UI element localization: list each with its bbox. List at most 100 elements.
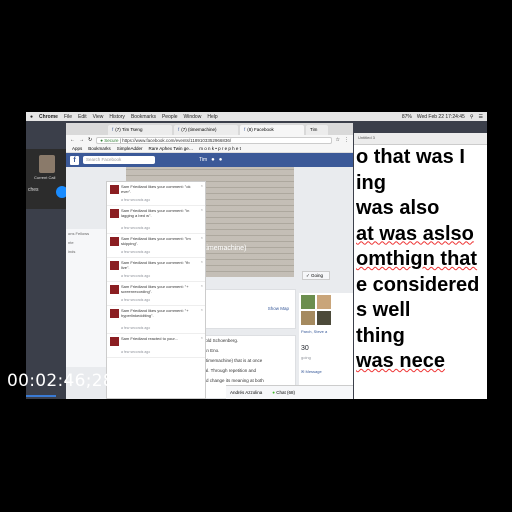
menu-clock[interactable]: Wed Feb 22 17:24:45 <box>417 114 465 120</box>
notification-text: Sam Friedland likes your comment: "+ scr… <box>121 284 189 294</box>
document-body[interactable]: o that was I ing was also at was aslso o… <box>356 145 479 375</box>
guest-avatar[interactable] <box>317 311 331 325</box>
close-icon[interactable]: × <box>201 207 203 212</box>
guest-avatar[interactable] <box>301 295 315 309</box>
menu-item-edit[interactable]: Edit <box>78 114 87 120</box>
menu-item-bookmarks[interactable]: Bookmarks <box>131 114 156 120</box>
bookmark-simpleadder[interactable]: SimpleAdder <box>117 146 143 151</box>
lock-icon: ● <box>100 137 103 143</box>
close-icon[interactable]: × <box>201 335 203 340</box>
video-timecode: 00:02:46;28 <box>7 371 115 391</box>
notifications-icon[interactable]: ● <box>219 157 223 163</box>
close-icon[interactable]: × <box>201 183 203 188</box>
chrome-window: f (7) Tim Tseng f (7) (timemachine) f (8) F… <box>66 123 353 399</box>
doc-line: thing <box>356 324 405 347</box>
notification-time: a few seconds ago <box>121 298 151 302</box>
bookmark-monk[interactable]: m o n k • p r e p h e t <box>199 146 241 151</box>
menu-icon[interactable]: ⋮ <box>344 137 349 143</box>
bookmark-apps[interactable]: Apps <box>72 146 82 151</box>
search-icon[interactable]: ⚲ <box>470 114 474 120</box>
apple-menu-icon[interactable]: ● <box>30 114 33 120</box>
guests-names[interactable]: Parch, Steve a <box>301 329 327 334</box>
close-icon[interactable]: × <box>201 259 203 264</box>
reload-icon[interactable]: ↻ <box>88 137 92 143</box>
doc-line-misspelled: omthign that <box>356 248 478 270</box>
chat-button[interactable]: ● Chat (68) <box>272 390 295 395</box>
notification-text: Sam Friedland likes your comment: "+ hyp… <box>121 308 189 318</box>
doc-line: was also <box>356 197 440 219</box>
notification-item[interactable]: Sam Friedland likes your comment: "+ scr… <box>107 282 205 306</box>
doc-line-misspelled: at was aslso <box>356 222 474 245</box>
notification-avatar <box>110 209 119 218</box>
menu-item-view[interactable]: View <box>93 114 104 120</box>
facebook-header: f Search Facebook Tim ● ● <box>66 153 353 167</box>
bookmark-aphex[interactable]: Rare Aphex Twin ge… <box>149 146 194 151</box>
going-button[interactable]: ✓ Going <box>302 271 330 280</box>
doc-line: ing <box>356 171 386 194</box>
sidebar-item[interactable]: nte <box>66 238 106 247</box>
guest-avatar[interactable] <box>301 311 315 325</box>
caller-avatar <box>39 155 55 173</box>
notification-text: Sam Friedland likes your comment: "in la… <box>121 208 190 218</box>
sidebar-item[interactable]: inds <box>66 247 106 256</box>
tab-facebook[interactable]: f (8) Facebook <box>240 125 304 135</box>
tab-tim[interactable]: Tim <box>306 125 328 135</box>
notification-item[interactable]: Sam Friedland likes your comment: "ok ev… <box>107 182 205 206</box>
forward-icon[interactable]: → <box>79 137 84 143</box>
notification-item[interactable]: Sam Friedland likes your comment: "in la… <box>107 206 205 234</box>
menu-item-file[interactable]: File <box>64 114 72 120</box>
going-label: Going <box>311 273 324 278</box>
guest-avatar[interactable] <box>317 295 331 309</box>
menu-item-chrome[interactable]: Chrome <box>39 114 58 120</box>
doc-line: e considered <box>356 273 480 296</box>
url-input[interactable]: ● Secure | https://www.facebook.com/even… <box>96 136 332 144</box>
notification-item[interactable]: Sam Friedland likes your comment: "Im sk… <box>107 234 205 258</box>
document-toolbar: Untitled 3 <box>354 133 487 145</box>
notification-avatar <box>110 309 119 318</box>
message-label: Message <box>305 369 322 374</box>
menu-item-help[interactable]: Help <box>207 114 217 120</box>
menu-list-icon[interactable]: ☰ <box>479 114 483 120</box>
tab-strip: f (7) Tim Tseng f (7) (timemachine) f (8) F… <box>66 123 353 135</box>
notification-avatar <box>110 285 119 294</box>
bookmark-bookmarks[interactable]: Bookmarks <box>88 146 111 151</box>
url-text: https://www.facebook.com/events/11891033… <box>122 137 232 143</box>
facebook-search-input[interactable]: Search Facebook <box>83 156 155 164</box>
chat-label: Chat (68) <box>276 390 296 395</box>
notification-text: Sam Friedland reacted to your... <box>121 336 178 341</box>
notification-item[interactable]: Sam Friedland likes your comment: "fb li… <box>107 258 205 282</box>
facebook-logo-icon[interactable]: f <box>70 155 79 165</box>
guests-panel: Parch, Steve a 30 going ✉ Message <box>299 293 353 397</box>
tab-timemachine[interactable]: f (7) (timemachine) <box>174 125 238 135</box>
profile-name[interactable]: Tim <box>199 157 207 163</box>
notification-time: a few seconds ago <box>121 250 151 254</box>
close-icon[interactable]: × <box>201 235 203 240</box>
notification-avatar <box>110 237 119 246</box>
close-icon[interactable]: × <box>201 307 203 312</box>
chat-contact[interactable]: Andrés Azzolina <box>230 390 262 395</box>
battery-status[interactable]: 87% <box>402 114 412 120</box>
back-icon[interactable]: ← <box>70 137 75 143</box>
close-icon[interactable]: × <box>201 283 203 288</box>
menu-item-window[interactable]: Window <box>184 114 202 120</box>
timecode-underline <box>26 395 56 397</box>
notification-item[interactable]: Sam Friedland reacted to your... a few s… <box>107 334 205 358</box>
tab-tim-tseng[interactable]: f (7) Tim Tseng <box>108 125 172 135</box>
notification-time: a few seconds ago <box>121 274 151 278</box>
menu-item-people[interactable]: People <box>162 114 178 120</box>
notification-item[interactable]: Sam Friedland likes your comment: "+ hyp… <box>107 306 205 334</box>
check-icon: ✓ <box>306 273 310 278</box>
facebook-icon: f <box>112 127 114 132</box>
menu-item-history[interactable]: History <box>109 114 125 120</box>
tab-label: Tim <box>310 127 318 132</box>
show-map-link[interactable]: Show Map <box>264 304 293 314</box>
friends-icon[interactable]: ● <box>211 157 215 163</box>
star-icon[interactable]: ☆ <box>336 137 340 143</box>
message-icon: ✉ <box>301 369 305 374</box>
doc-line: o that was I <box>356 146 465 168</box>
sidebar-item[interactable]: ons Fellows <box>66 229 106 238</box>
tab-label: (7) Tim Tseng <box>115 127 143 132</box>
notification-avatar <box>110 337 119 346</box>
bookmarks-bar: Apps Bookmarks SimpleAdder Rare Aphex Tw… <box>66 145 353 153</box>
message-button[interactable]: ✉ Message <box>301 369 322 374</box>
